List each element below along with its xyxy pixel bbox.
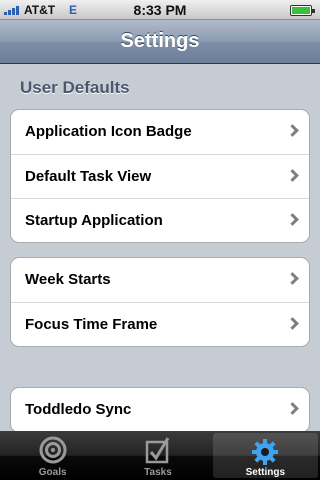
row-label: Startup Application <box>25 212 163 229</box>
checkbox-icon <box>145 437 170 464</box>
tab-bar: Goals Tasks Settings <box>0 431 320 480</box>
chevron-right-icon <box>286 272 299 285</box>
chevron-right-icon <box>286 317 299 330</box>
chevron-right-icon <box>286 124 299 137</box>
battery-icon <box>290 5 315 16</box>
settings-group-calendar: Week Starts Focus Time Frame <box>10 257 310 347</box>
settings-group-user-defaults: Application Icon Badge Default Task View… <box>10 109 310 243</box>
tab-goals[interactable]: Goals <box>0 431 105 480</box>
row-default-task-view[interactable]: Default Task View <box>11 154 309 198</box>
row-application-icon-badge[interactable]: Application Icon Badge <box>11 110 309 154</box>
row-label: Default Task View <box>25 168 152 185</box>
tab-settings[interactable]: Settings <box>212 433 318 478</box>
chevron-right-icon <box>286 402 299 415</box>
settings-list[interactable]: User Defaults Application Icon Badge Def… <box>0 65 320 431</box>
navigation-bar: Settings <box>0 20 320 64</box>
row-label: Focus Time Frame <box>25 316 158 333</box>
row-label: Toddledo Sync <box>25 401 132 418</box>
section-header-user-defaults: User Defaults <box>20 78 130 97</box>
chevron-right-icon <box>286 169 299 182</box>
status-bar: AT&T E 8:33 PM <box>0 0 320 20</box>
target-icon <box>39 436 67 464</box>
tab-label: Tasks <box>144 467 172 478</box>
tab-tasks[interactable]: Tasks <box>105 431 210 480</box>
row-label: Application Icon Badge <box>25 123 192 140</box>
tab-label: Goals <box>38 467 67 478</box>
row-toddledo-sync[interactable]: Toddledo Sync <box>11 388 309 431</box>
row-startup-application[interactable]: Startup Application <box>11 198 309 242</box>
settings-group-sync: Toddledo Sync <box>10 387 310 431</box>
row-label: Week Starts <box>25 271 111 288</box>
gear-icon <box>252 439 279 465</box>
chevron-right-icon <box>286 213 299 226</box>
row-focus-time-frame[interactable]: Focus Time Frame <box>11 302 309 346</box>
status-time: 8:33 PM <box>133 2 187 18</box>
tab-label: Settings <box>245 467 286 478</box>
page-title: Settings <box>120 30 200 52</box>
row-week-starts[interactable]: Week Starts <box>11 258 309 302</box>
